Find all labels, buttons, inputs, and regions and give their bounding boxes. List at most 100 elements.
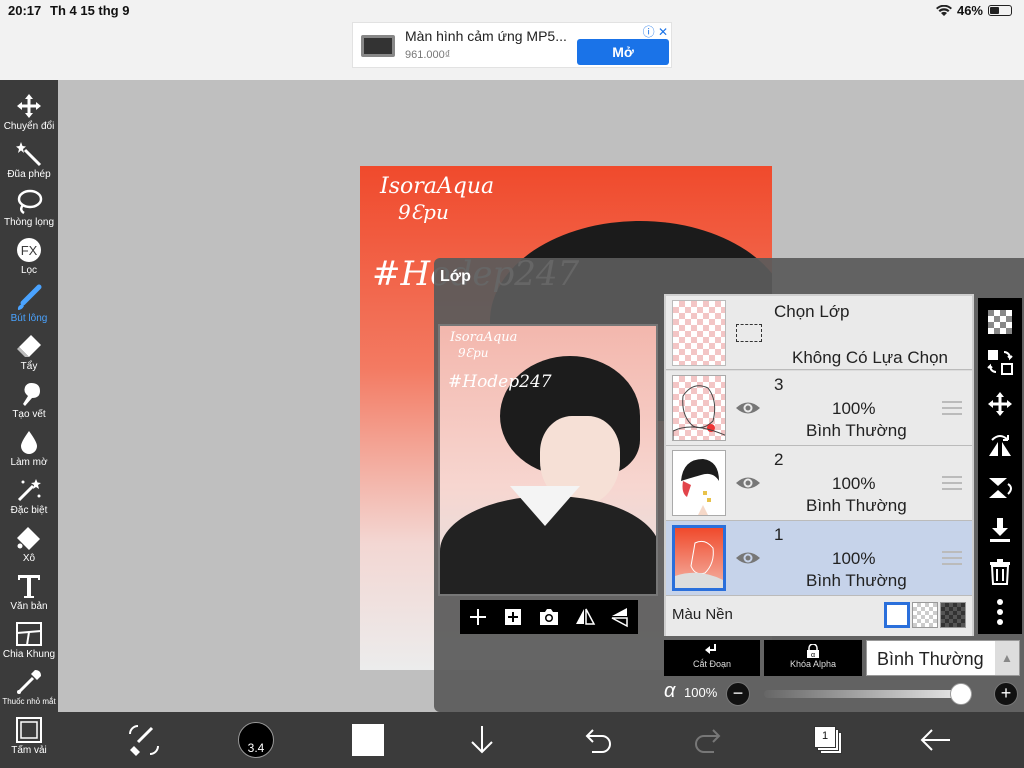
flip-layer-vertical-icon[interactable] xyxy=(986,474,1014,502)
alpha-lock-button[interactable]: α Khóa Alpha xyxy=(764,640,862,676)
ad-banner[interactable]: Màn hình cảm ứng MP5... 961.000₫ Mở ⓘ ✕ xyxy=(352,22,672,68)
ad-title: Màn hình cảm ứng MP5... xyxy=(405,28,567,44)
layer-thumbnail xyxy=(672,525,726,591)
transparency-checker-icon[interactable] xyxy=(986,308,1014,336)
back-arrow-icon[interactable] xyxy=(918,722,954,758)
background-dark-swatch[interactable] xyxy=(940,602,966,628)
layer-list: Chọn Lớp Không Có Lựa Chọn 3 100% Bình T… xyxy=(664,294,974,636)
tool-filter[interactable]: FX Lọc xyxy=(0,232,58,280)
layer-panel: Lớp IsoraAqua 9Ɛpu #Hodep247 Chọn Lớp Kh… xyxy=(434,258,1024,712)
background-white-swatch[interactable] xyxy=(884,602,910,628)
tool-text[interactable]: Văn bản xyxy=(0,568,58,616)
tool-label: Làm mờ xyxy=(10,457,48,468)
duplicate-layer-icon[interactable] xyxy=(502,606,524,628)
opacity-decrease-button[interactable]: − xyxy=(726,682,750,706)
tool-lasso[interactable]: Thòng lọng xyxy=(0,184,58,232)
layer-count-value: 1 xyxy=(821,730,829,742)
visibility-eye-icon[interactable] xyxy=(734,397,762,419)
tool-label: Thuốc nhỏ mắt xyxy=(2,697,56,706)
opacity-slider-knob[interactable] xyxy=(950,683,972,705)
layer-number: 1 xyxy=(774,525,784,544)
layer-number: 2 xyxy=(774,450,784,469)
layer-opacity: 100% xyxy=(832,474,876,493)
clip-arrow-icon xyxy=(705,644,716,654)
add-layer-icon[interactable] xyxy=(467,606,489,628)
selection-marquee-icon xyxy=(736,324,762,342)
layer-number: 3 xyxy=(774,375,784,394)
panel-title: Lớp xyxy=(440,268,471,285)
selection-thumbnail xyxy=(672,300,726,366)
clipping-button[interactable]: Cắt Đoạn xyxy=(664,640,760,676)
background-color-row: Màu Nền xyxy=(666,596,972,636)
tool-eyedropper[interactable]: Thuốc nhỏ mắt xyxy=(0,664,58,712)
merge-down-icon[interactable] xyxy=(986,516,1014,544)
tool-special[interactable]: Đặc biệt xyxy=(0,472,58,520)
flip-layer-horizontal-icon[interactable] xyxy=(986,432,1014,460)
tool-frame-divider[interactable]: Chia Khung xyxy=(0,616,58,664)
drag-handle-icon[interactable] xyxy=(942,551,962,565)
blur-drop-icon xyxy=(21,431,37,454)
layers-button[interactable]: 1 xyxy=(814,726,836,748)
tool-bucket[interactable]: Xô xyxy=(0,520,58,568)
move-icon xyxy=(17,94,41,118)
more-options-icon[interactable] xyxy=(986,598,1014,626)
visibility-eye-icon[interactable] xyxy=(734,547,762,569)
ad-open-button[interactable]: Mở xyxy=(577,39,669,65)
arrow-down-icon[interactable] xyxy=(464,722,500,758)
layer-row-3[interactable]: 3 100% Bình Thường xyxy=(666,371,972,446)
delete-layer-icon[interactable] xyxy=(986,558,1014,586)
tool-label: Lọc xyxy=(20,265,38,276)
selection-subtitle: Không Có Lựa Chọn xyxy=(792,348,948,367)
blend-mode-select[interactable]: Bình Thường ▲ xyxy=(866,640,1020,676)
tool-transform[interactable]: Chuyển đổi xyxy=(0,88,58,136)
visibility-eye-icon[interactable] xyxy=(734,472,762,494)
layer-side-toolbar xyxy=(978,298,1022,634)
move-layer-icon[interactable] xyxy=(986,390,1014,418)
svg-text:α: α xyxy=(811,652,815,658)
special-brush-icon xyxy=(17,479,41,502)
layer-opacity: 100% xyxy=(832,399,876,418)
brush-size-indicator[interactable]: 3.4 xyxy=(238,722,274,758)
tool-label: Thòng lọng xyxy=(3,217,55,228)
tool-magic-wand[interactable]: Đũa phép xyxy=(0,136,58,184)
tool-label: Văn bản xyxy=(10,601,48,612)
layer-swap-icon[interactable] xyxy=(986,348,1014,376)
status-date: Th 4 15 thg 9 xyxy=(50,3,130,18)
ad-product-image xyxy=(361,35,395,57)
status-bar: 20:17 Th 4 15 thg 9 46% Màn hình cảm ứng… xyxy=(0,0,1024,80)
tool-smudge[interactable]: Tạo vết xyxy=(0,376,58,424)
preview-signature-2: 9Ɛpu xyxy=(458,346,489,360)
ad-close-icon[interactable]: ⓘ ✕ xyxy=(643,23,668,40)
undo-icon[interactable] xyxy=(578,722,614,758)
tool-brush[interactable]: Bút lông xyxy=(0,280,58,328)
background-transparent-swatch[interactable] xyxy=(912,602,938,628)
smudge-icon xyxy=(23,383,40,406)
status-time: 20:17 xyxy=(8,3,42,18)
layer-row-2[interactable]: 2 100% Bình Thường xyxy=(666,446,972,521)
camera-icon[interactable] xyxy=(538,606,560,628)
status-right: 46% xyxy=(935,3,1012,18)
layer-row-1[interactable]: 1 100% Bình Thường xyxy=(666,521,972,596)
brush-eraser-toggle-icon[interactable] xyxy=(126,722,162,758)
layer-thumbnail xyxy=(672,375,726,441)
opacity-slider[interactable] xyxy=(764,683,972,705)
flip-horizontal-icon[interactable] xyxy=(574,606,596,628)
battery-fill xyxy=(990,7,999,14)
tool-label: Tẩy xyxy=(20,361,38,372)
color-swatch[interactable] xyxy=(352,724,384,756)
bucket-icon xyxy=(17,527,40,550)
redo-icon[interactable] xyxy=(692,722,728,758)
bottom-toolbar: 3.4 1 xyxy=(58,712,1024,768)
tool-canvas[interactable]: Tấm vải xyxy=(0,712,58,760)
tool-eraser[interactable]: Tẩy xyxy=(0,328,58,376)
selection-layer-row[interactable]: Chọn Lớp Không Có Lựa Chọn xyxy=(666,296,972,370)
drag-handle-icon[interactable] xyxy=(942,476,962,490)
layer-blend-mode: Bình Thường xyxy=(806,421,907,440)
tool-blur[interactable]: Làm mờ xyxy=(0,424,58,472)
magic-wand-icon xyxy=(16,142,42,167)
opacity-value: 100% xyxy=(684,685,718,700)
drag-handle-icon[interactable] xyxy=(942,401,962,415)
opacity-increase-button[interactable]: + xyxy=(994,682,1018,706)
battery-percent: 46% xyxy=(956,3,983,18)
flip-vertical-icon[interactable] xyxy=(609,606,631,628)
